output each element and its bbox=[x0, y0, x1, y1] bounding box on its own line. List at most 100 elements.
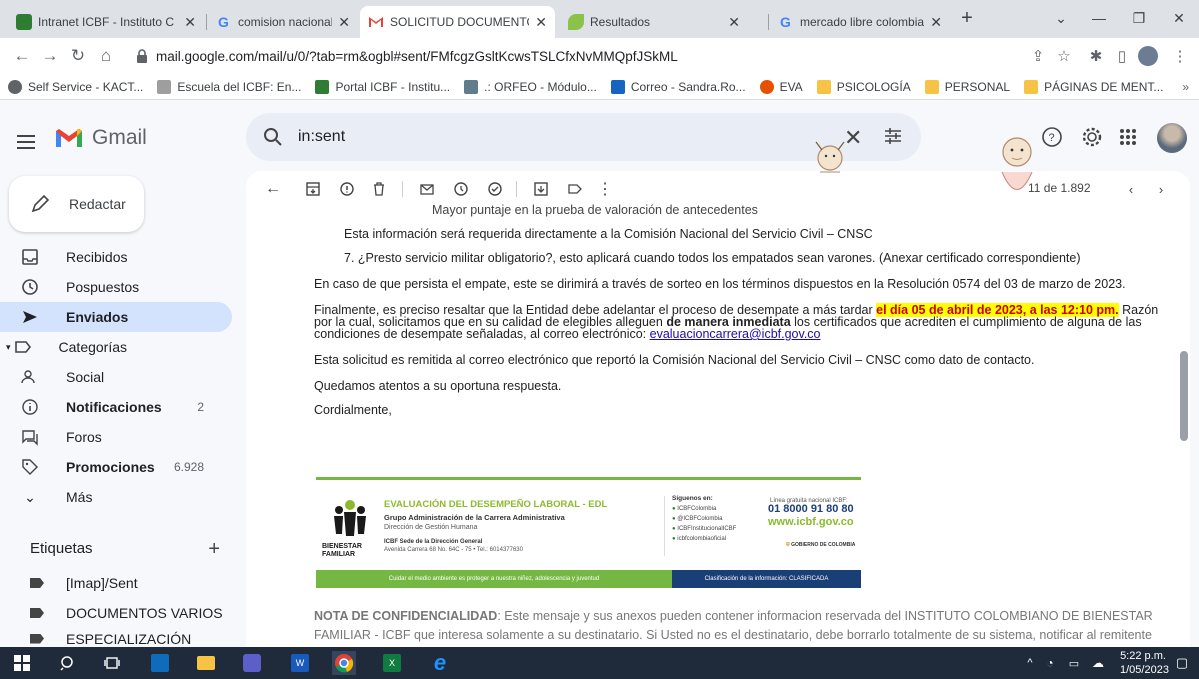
excel-icon[interactable]: X bbox=[380, 651, 404, 675]
main-menu-icon[interactable] bbox=[14, 130, 38, 154]
file-explorer-icon[interactable] bbox=[194, 651, 218, 675]
lock-icon bbox=[136, 49, 148, 63]
mark-unread-icon[interactable] bbox=[418, 180, 436, 198]
browser-tab-active[interactable]: SOLICITUD DOCUMENTO ✕ bbox=[360, 6, 555, 38]
notifications-icon[interactable]: ▢ bbox=[1170, 651, 1194, 675]
close-tab-icon[interactable]: ✕ bbox=[728, 14, 740, 31]
message-body: Mayor puntaje en la prueba de valoración… bbox=[246, 203, 1176, 647]
tab-title: Resultados bbox=[590, 15, 651, 29]
sidebar-item-social[interactable]: Social bbox=[0, 362, 232, 392]
browser-tab[interactable]: Intranet ICBF - Instituto C ✕ bbox=[8, 6, 204, 38]
back-icon[interactable]: ← bbox=[10, 44, 34, 68]
bookmark-item[interactable]: EVA bbox=[759, 79, 803, 94]
close-tab-icon[interactable]: ✕ bbox=[338, 14, 350, 31]
browser-tab[interactable]: G comision nacional del ser ✕ bbox=[208, 6, 358, 38]
word-icon[interactable]: W bbox=[288, 651, 312, 675]
bookmark-star-icon[interactable]: ☆ bbox=[1054, 46, 1074, 66]
sidebar-item-updates[interactable]: Notificaciones 2 bbox=[0, 392, 232, 422]
teams-icon[interactable] bbox=[240, 651, 264, 675]
sidebar-item-forums[interactable]: Foros bbox=[0, 422, 232, 452]
settings-gear-icon[interactable] bbox=[1080, 125, 1104, 149]
archive-icon[interactable] bbox=[304, 180, 322, 198]
browser-tab[interactable]: Resultados ✕ bbox=[560, 6, 748, 38]
back-to-list-icon[interactable]: ← bbox=[264, 180, 282, 198]
bookmark-item[interactable]: Correo - Sandra.Ro... bbox=[610, 79, 746, 94]
add-label-icon[interactable]: + bbox=[208, 538, 220, 561]
sidebar-item-snoozed[interactable]: Pospuestos bbox=[0, 272, 232, 302]
gmail-logo[interactable]: Gmail bbox=[54, 126, 147, 150]
gmail-favicon-icon bbox=[368, 14, 384, 30]
minimize-icon[interactable]: — bbox=[1084, 6, 1114, 30]
sidebar-item-categories[interactable]: ▾ Categorías bbox=[0, 332, 232, 362]
older-chevron-icon[interactable]: › bbox=[1152, 180, 1170, 198]
forward-icon[interactable]: → bbox=[38, 44, 62, 68]
svg-text:G: G bbox=[780, 14, 791, 30]
browser-tab[interactable]: G mercado libre colombia - ✕ bbox=[770, 6, 950, 38]
outlook-icon[interactable] bbox=[148, 651, 172, 675]
help-icon[interactable]: ? bbox=[1040, 125, 1064, 149]
report-spam-icon[interactable] bbox=[338, 180, 356, 198]
label-as-icon[interactable] bbox=[566, 180, 584, 198]
more-options-icon[interactable]: ⋮ bbox=[596, 180, 614, 198]
compose-button[interactable]: Redactar bbox=[9, 176, 144, 232]
reload-icon[interactable]: ↻ bbox=[66, 44, 90, 68]
apps-grid-icon[interactable] bbox=[1116, 125, 1140, 149]
search-input[interactable] bbox=[298, 123, 818, 151]
body-line-cut: Mayor puntaje en la prueba de valoración… bbox=[432, 203, 758, 217]
signature-address: ICBF Sede de la Dirección General Avenida… bbox=[384, 539, 523, 553]
sidebar-item-promotions[interactable]: Promociones 6.928 bbox=[0, 452, 232, 482]
bookmark-item[interactable]: Portal ICBF - Institu... bbox=[315, 79, 450, 94]
scrollbar-thumb[interactable] bbox=[1180, 351, 1188, 441]
close-tab-icon[interactable]: ✕ bbox=[535, 14, 547, 31]
new-tab-icon[interactable]: + bbox=[952, 6, 982, 30]
bookmark-folder[interactable]: PERSONAL bbox=[924, 79, 1010, 94]
close-tab-icon[interactable]: ✕ bbox=[184, 14, 196, 31]
internet-explorer-icon[interactable]: e bbox=[428, 650, 452, 675]
battery-icon[interactable]: ▭ bbox=[1062, 651, 1086, 675]
tab-search-chevron-icon[interactable]: ⌄ bbox=[1046, 6, 1076, 30]
label-item[interactable]: [Imap]/Sent bbox=[30, 570, 245, 596]
account-avatar[interactable] bbox=[1156, 122, 1188, 154]
sidebar-item-inbox[interactable]: Recibidos bbox=[0, 242, 232, 272]
home-icon[interactable]: ⌂ bbox=[94, 44, 118, 68]
more-bookmarks-icon[interactable]: » bbox=[1182, 80, 1189, 94]
clear-search-icon[interactable]: ✕ bbox=[844, 125, 862, 151]
bookmark-folder[interactable]: PÁGINAS DE MENT... bbox=[1024, 79, 1163, 94]
bookmark-item[interactable]: Self Service - KACT... bbox=[8, 79, 143, 94]
windows-start-icon[interactable] bbox=[10, 651, 34, 675]
chrome-menu-icon[interactable]: ⋮ bbox=[1170, 46, 1190, 66]
onedrive-cloud-icon[interactable]: ☁ bbox=[1086, 651, 1110, 675]
sidebar-item-sent[interactable]: Enviados bbox=[0, 302, 232, 332]
move-to-icon[interactable] bbox=[532, 180, 550, 198]
close-tab-icon[interactable]: ✕ bbox=[930, 14, 942, 31]
restore-icon[interactable]: ❐ bbox=[1124, 6, 1154, 30]
snooze-clock-icon[interactable] bbox=[452, 180, 470, 198]
contact-email-link[interactable]: evaluacioncarrera@icbf.gov.co bbox=[650, 327, 821, 341]
instagram-icon: ● bbox=[672, 526, 676, 532]
sidepanel-icon[interactable]: ▯ bbox=[1112, 46, 1132, 66]
add-task-icon[interactable] bbox=[486, 180, 504, 198]
task-view-icon[interactable] bbox=[100, 651, 124, 675]
bookmark-favicon-icon bbox=[8, 79, 22, 94]
search-icon[interactable] bbox=[56, 651, 80, 675]
newer-chevron-icon[interactable]: ‹ bbox=[1122, 180, 1140, 198]
close-window-icon[interactable]: ✕ bbox=[1164, 6, 1194, 30]
address-bar[interactable]: mail.google.com/mail/u/0/?tab=rm&ogbl#se… bbox=[122, 42, 912, 70]
bookmark-item[interactable]: Escuela del ICBF: En... bbox=[157, 79, 301, 94]
forum-icon bbox=[20, 427, 40, 447]
sidebar-item-more[interactable]: ⌄ Más bbox=[0, 482, 232, 512]
wifi-icon[interactable]: ◔ bbox=[1038, 651, 1062, 675]
taskbar-clock[interactable]: 5:22 p.m. 1/05/2023 bbox=[1120, 649, 1169, 677]
search-icon[interactable] bbox=[262, 126, 284, 151]
label-item[interactable]: ESPECIALIZACIÓN bbox=[30, 630, 245, 647]
bookmark-folder[interactable]: PSICOLOGÍA bbox=[816, 79, 911, 94]
delete-trash-icon[interactable] bbox=[370, 180, 388, 198]
label-item[interactable]: DOCUMENTOS VARIOS bbox=[30, 600, 245, 626]
bookmark-item[interactable]: .: ORFEO - Módulo... bbox=[464, 79, 597, 94]
body-paragraph: Quedamos atentos a su oportuna respuesta… bbox=[314, 379, 562, 393]
search-options-icon[interactable] bbox=[882, 125, 904, 150]
profile-avatar-icon[interactable] bbox=[1138, 46, 1158, 66]
share-icon[interactable]: ⇪ bbox=[1028, 46, 1048, 66]
extensions-icon[interactable]: ✱ bbox=[1086, 46, 1106, 66]
chrome-icon[interactable] bbox=[332, 651, 356, 675]
